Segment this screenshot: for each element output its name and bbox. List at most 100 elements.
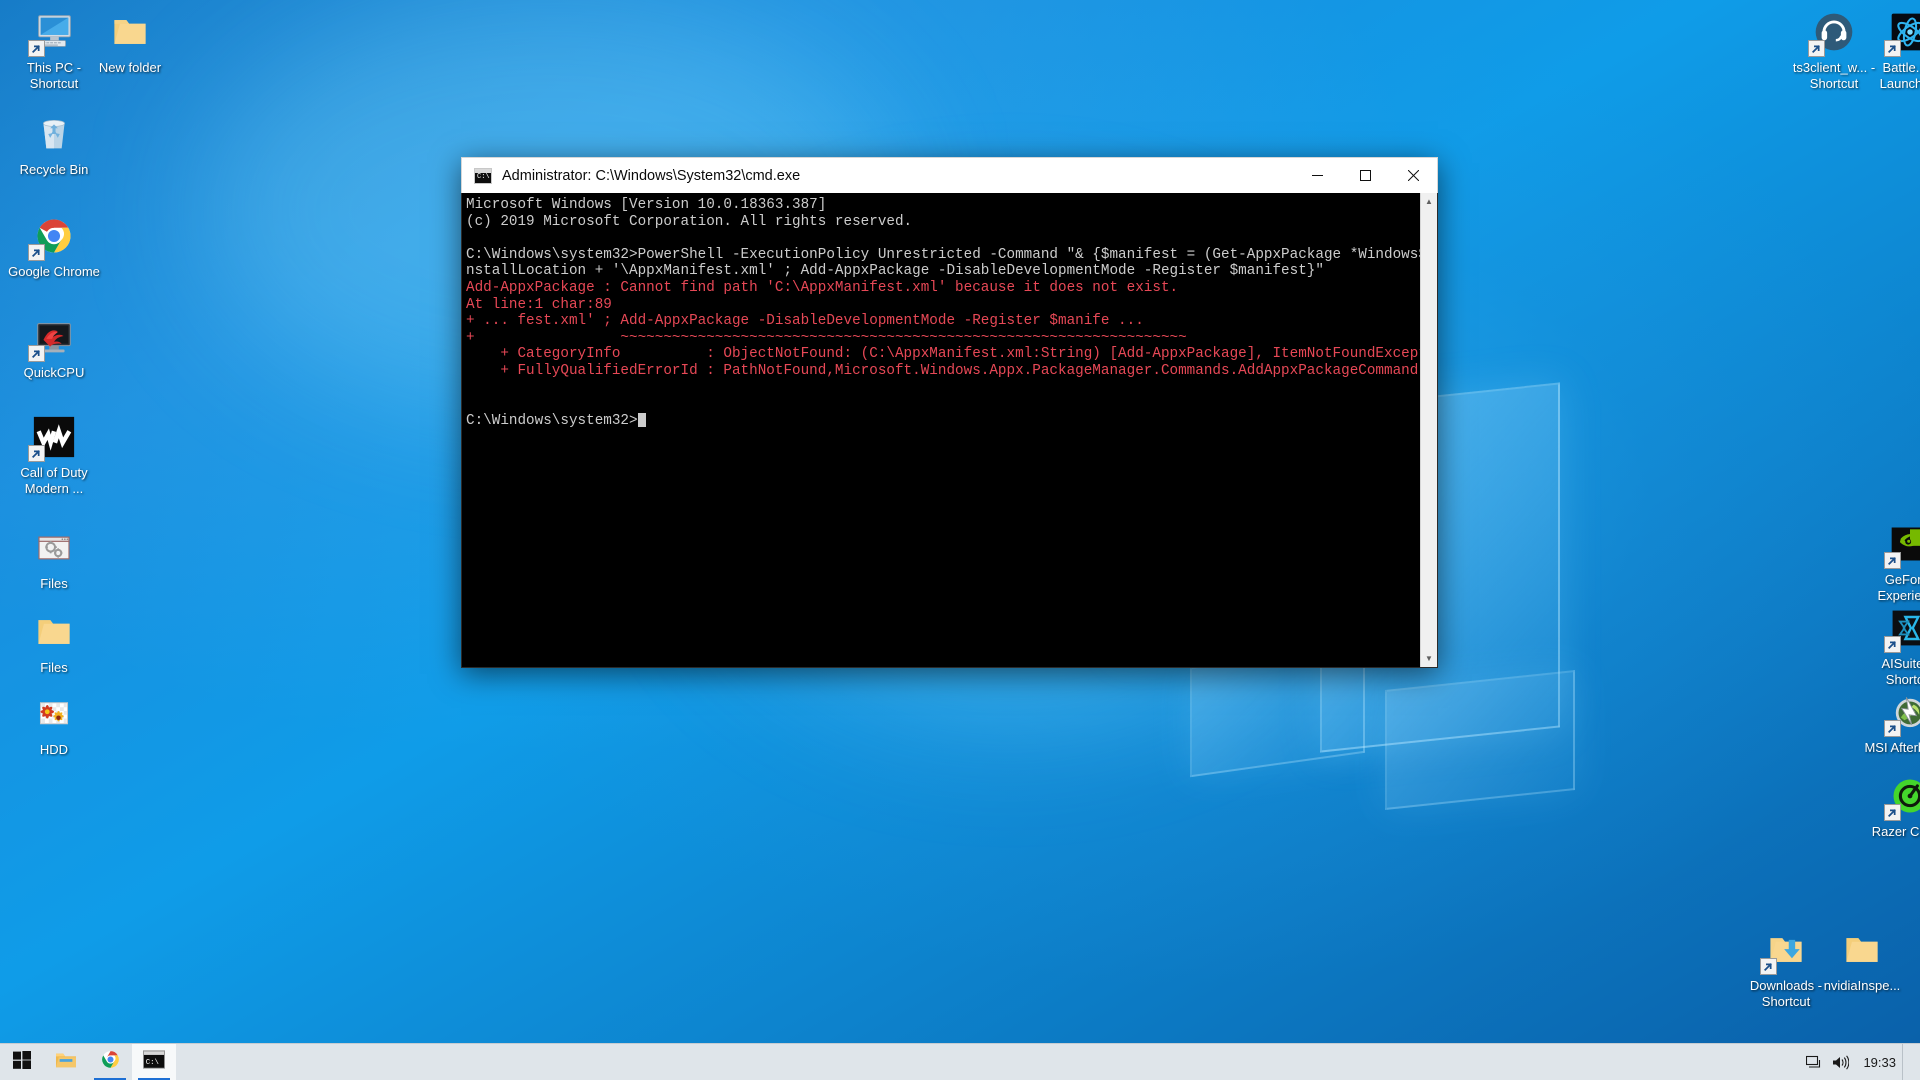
cmd-icon: C:\ <box>143 1050 165 1074</box>
shortcut-overlay-icon <box>28 345 45 362</box>
teamspeak-icon <box>1808 8 1858 57</box>
console-line: At line:1 char:89 <box>466 296 612 313</box>
desktop-icon-label: HDD <box>39 742 69 757</box>
desktop-icon-label: QuickCPU <box>23 365 85 380</box>
chrome-taskbar-button[interactable] <box>88 1044 132 1080</box>
folder-icon <box>106 8 154 56</box>
desktop-icon-google-chrome[interactable]: Google Chrome <box>6 212 102 280</box>
clock[interactable]: 19:33 <box>1853 1044 1902 1080</box>
gears-window-icon <box>30 524 78 572</box>
chrome-icon <box>28 212 78 261</box>
minimize-button[interactable] <box>1293 158 1341 193</box>
console-line: C:\Windows\system32> <box>466 412 1420 430</box>
folder-icon <box>30 608 78 656</box>
shortcut-overlay-icon <box>28 445 45 462</box>
shortcut-overlay-icon <box>28 40 45 57</box>
desktop-icon-label: Razer Cortex <box>1871 824 1920 839</box>
cmd-console-body[interactable]: Microsoft Windows [Version 10.0.18363.38… <box>461 193 1438 668</box>
console-caret <box>637 412 646 427</box>
file-explorer-icon <box>55 1050 77 1075</box>
cmd-window-title: Administrator: C:\Windows\System32\cmd.e… <box>502 167 801 184</box>
desktop-icon-aisuite3-shortcut[interactable]: AISuite3 - Shortcut <box>1862 604 1920 688</box>
razer-cortex-icon <box>1884 772 1920 821</box>
desktop-icon-label: Files <box>40 576 68 591</box>
desktop-icon-files-settings[interactable]: Files <box>6 524 102 592</box>
shortcut-overlay-icon <box>1884 636 1901 653</box>
scrollbar-down-arrow[interactable]: ▼ <box>1421 650 1437 667</box>
shortcut-overlay-icon <box>1760 958 1777 975</box>
desktop-icon-label: nvidiaInspe... <box>1823 978 1901 993</box>
network-icon[interactable] <box>1801 1044 1827 1080</box>
desktop-icon-label: Files <box>40 660 68 675</box>
file-explorer-button[interactable] <box>44 1044 88 1080</box>
taskbar[interactable]: C:\ 19:33 <box>0 1043 1920 1080</box>
desktop-icon-hdd-image[interactable]: HDD <box>6 690 102 758</box>
desktop-icon-label: New folder <box>98 60 162 75</box>
recycle-bin-icon <box>30 110 78 158</box>
desktop-icon-msi-afterburner[interactable]: MSI Afterburner <box>1862 688 1920 756</box>
desktop-icon-call-of-duty-modern-warfare[interactable]: Call of Duty Modern ... <box>6 413 102 497</box>
desktop-icon-label: Google Chrome <box>8 264 100 279</box>
cmd-scrollbar[interactable]: ▲ ▼ <box>1420 193 1437 667</box>
window-controls <box>1293 158 1437 193</box>
shortcut-overlay-icon <box>1884 804 1901 821</box>
shortcut-overlay-icon <box>1808 40 1825 57</box>
console-line: (c) 2019 Microsoft Corporation. All righ… <box>466 213 913 230</box>
chrome-icon <box>100 1049 121 1075</box>
battlenet-icon <box>1884 8 1920 57</box>
volume-icon[interactable] <box>1827 1044 1853 1080</box>
desktop-icon-nvidiainspector-folder[interactable]: nvidiaInspe... <box>1814 926 1910 994</box>
cod-mw-icon <box>28 413 78 462</box>
afterburner-icon <box>1884 688 1920 737</box>
console-line: + CategoryInfo : ObjectNotFound: (C:\App… <box>466 346 1420 363</box>
shortcut-overlay-icon <box>1884 552 1901 569</box>
start-button[interactable] <box>0 1044 44 1080</box>
maximize-button[interactable] <box>1341 158 1389 193</box>
desktop-icon-new-folder[interactable]: New folder <box>82 8 178 76</box>
console-line: nstallLocation + '\AppxManifest.xml' ; A… <box>466 263 1324 280</box>
desktop-icon-razer-cortex[interactable]: Razer Cortex <box>1862 772 1920 840</box>
desktop-icon-label: Recycle Bin <box>19 162 89 177</box>
desktop-icon-battlenet-launcher[interactable]: Battle.net Launche... <box>1862 8 1920 92</box>
desktop-icon-quickcpu[interactable]: QuickCPU <box>6 313 102 381</box>
windows-logo-icon <box>13 1050 31 1074</box>
cmd-titlebar[interactable]: C:\ Administrator: C:\Windows\System32\c… <box>461 157 1438 193</box>
desktop-icon-label: Battle.net Launche... <box>1879 60 1920 91</box>
shortcut-overlay-icon <box>1884 40 1901 57</box>
console-line: Add-AppxPackage : Cannot find path 'C:\A… <box>466 279 1179 296</box>
quickcpu-icon <box>28 313 78 362</box>
console-line: Microsoft Windows [Version 10.0.18363.38… <box>466 197 827 213</box>
scrollbar-up-arrow[interactable]: ▲ <box>1421 193 1437 210</box>
svg-text:C:\: C:\ <box>146 1059 159 1067</box>
show-desktop-button[interactable] <box>1902 1043 1910 1080</box>
system-tray[interactable]: 19:33 <box>1801 1043 1920 1080</box>
cmd-console-output[interactable]: Microsoft Windows [Version 10.0.18363.38… <box>462 193 1420 667</box>
downloads-folder-icon <box>1760 926 1810 975</box>
nvidia-icon <box>1884 520 1920 569</box>
desktop-icon-geforce-experience[interactable]: GeForce Experience <box>1862 520 1920 604</box>
photo-icon <box>30 690 78 738</box>
desktop-icon-label: GeForce Experience <box>1877 572 1920 603</box>
folder-icon <box>1838 926 1886 974</box>
shortcut-overlay-icon <box>1884 720 1901 737</box>
desktop-icon-files-folder[interactable]: Files <box>6 608 102 676</box>
scrollbar-track[interactable] <box>1421 210 1437 650</box>
desktop-icon-label: MSI Afterburner <box>1864 740 1920 755</box>
desktop-icon-label: AISuite3 - Shortcut <box>1881 656 1920 687</box>
shortcut-overlay-icon <box>28 244 45 261</box>
cmd-window[interactable]: C:\ Administrator: C:\Windows\System32\c… <box>461 157 1438 668</box>
monitor-icon <box>28 8 78 57</box>
desktop-icon-label: Call of Duty Modern ... <box>20 465 88 496</box>
close-button[interactable] <box>1389 158 1437 193</box>
aisuite-icon <box>1884 604 1920 653</box>
cmd-taskbar-button[interactable]: C:\ <box>132 1043 176 1080</box>
console-line: + ... fest.xml' ; Add-AppxPackage -Disab… <box>466 313 1144 330</box>
console-line: C:\Windows\system32>PowerShell -Executio… <box>466 246 1420 263</box>
console-line: + ~~~~~~~~~~~~~~~~~~~~~~~~~~~~~~~~~~~~~~… <box>466 329 1187 346</box>
desktop-icon-recycle-bin[interactable]: Recycle Bin <box>6 110 102 178</box>
console-line: + FullyQualifiedErrorId : PathNotFound,M… <box>466 362 1419 379</box>
desktop[interactable]: This PC - Shortcut New folder Recycle Bi… <box>0 0 1920 1080</box>
